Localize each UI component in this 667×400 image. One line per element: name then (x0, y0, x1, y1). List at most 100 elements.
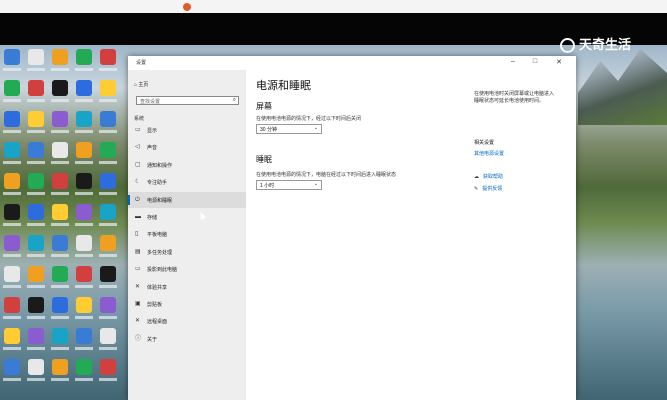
sidebar-item[interactable]: ▢ 通知和操作 (128, 157, 246, 173)
desktop-icon-caption (75, 347, 93, 350)
desktop-app-icon[interactable] (76, 359, 92, 375)
desktop-app-icon[interactable] (100, 111, 116, 127)
desktop-app-icon[interactable] (28, 328, 44, 344)
sidebar-item[interactable]: ▭ 投影到此电脑 (128, 261, 246, 277)
desktop-app-icon[interactable] (28, 111, 44, 127)
desktop-app-icon[interactable] (52, 297, 68, 313)
sidebar-item[interactable]: ◁ 声音 (128, 139, 246, 155)
desktop-icon-caption (3, 378, 21, 381)
desktop-icon-caption (3, 161, 21, 164)
minimize-button[interactable]: – (502, 58, 524, 65)
desktop-app-icon[interactable] (52, 111, 68, 127)
desktop-app-icon[interactable] (76, 49, 92, 65)
desktop-icon-caption (75, 378, 93, 381)
desktop-app-icon[interactable] (28, 204, 44, 220)
desktop-icon-caption (99, 223, 117, 226)
sidebar-item[interactable]: ✕ 远程桌面 (128, 313, 246, 329)
desktop-icon-caption (99, 161, 117, 164)
desktop-app-icon[interactable] (100, 80, 116, 96)
sidebar-item[interactable]: ▭ 显示 (128, 122, 246, 138)
desktop-app-icon[interactable] (28, 49, 44, 65)
desktop-app-icon[interactable] (28, 297, 44, 313)
feedback-icon: ✎ (474, 186, 479, 192)
desktop-app-icon[interactable] (4, 328, 20, 344)
desktop-app-icon[interactable] (76, 328, 92, 344)
desktop-icon-caption (3, 68, 21, 71)
desktop-app-icon[interactable] (100, 328, 116, 344)
app-logo-icon (183, 3, 191, 11)
feedback-link[interactable]: ✎ 提供反馈 (474, 185, 502, 192)
close-button[interactable]: ✕ (548, 58, 570, 66)
desktop-app-icon[interactable] (4, 80, 20, 96)
help-icon: ☁ (474, 174, 479, 180)
get-help-link[interactable]: ☁ 获取帮助 (474, 173, 503, 180)
desktop-app-icon[interactable] (4, 359, 20, 375)
desktop-app-icon[interactable] (100, 173, 116, 189)
sidebar-item[interactable]: ▬ 存储 (128, 209, 246, 225)
desktop-app-icon[interactable] (100, 235, 116, 251)
desktop-icon-caption (51, 130, 69, 133)
desktop-app-icon[interactable] (52, 266, 68, 282)
desktop-app-icon[interactable] (4, 111, 20, 127)
desktop-app-icon[interactable] (28, 266, 44, 282)
desktop-app-icon[interactable] (76, 266, 92, 282)
sidebar-item[interactable]: ⏻ 电源和睡眠 (128, 191, 246, 208)
desktop-app-icon[interactable] (76, 111, 92, 127)
sidebar-item-label: 声音 (147, 145, 158, 152)
desktop-app-icon[interactable] (52, 142, 68, 158)
desktop-app-icon[interactable] (76, 297, 92, 313)
desktop-app-icon[interactable] (4, 142, 20, 158)
sidebar-item[interactable]: ▯ 平板电脑 (128, 226, 246, 242)
desktop-app-icon[interactable] (52, 359, 68, 375)
desktop-app-icon[interactable] (52, 235, 68, 251)
desktop-app-icon[interactable] (28, 142, 44, 158)
desktop-icon-caption (99, 347, 117, 350)
desktop-app-icon[interactable] (28, 173, 44, 189)
desktop-app-icon[interactable] (76, 204, 92, 220)
desktop-app-icon[interactable] (100, 49, 116, 65)
desktop-icon-caption (75, 68, 93, 71)
sidebar-item[interactable]: ☾ 专注助手 (128, 174, 246, 190)
desktop-app-icon[interactable] (52, 328, 68, 344)
additional-power-settings-link[interactable]: 其他电源设置 (474, 150, 504, 157)
desktop-app-icon[interactable] (4, 173, 20, 189)
maximize-button[interactable]: □ (524, 58, 546, 65)
desktop-app-icon[interactable] (52, 204, 68, 220)
desktop-app-icon[interactable] (100, 204, 116, 220)
desktop-app-icon[interactable] (100, 266, 116, 282)
desktop-app-icon[interactable] (52, 49, 68, 65)
desktop-app-icon[interactable] (28, 359, 44, 375)
sidebar-item[interactable]: ⓘ 关于 (128, 331, 246, 347)
home-link[interactable]: ⌂ 主页 (134, 81, 148, 88)
sidebar-item[interactable]: ✕ 体验共享 (128, 279, 246, 295)
sidebar-item[interactable]: ▤ 多任务处理 (128, 244, 246, 260)
display-icon: ▭ (135, 127, 141, 133)
desktop-app-icon[interactable] (28, 235, 44, 251)
desktop-app-icon[interactable] (100, 142, 116, 158)
desktop-app-icon[interactable] (4, 49, 20, 65)
desktop-app-icon[interactable] (52, 173, 68, 189)
desktop-app-icon[interactable] (76, 142, 92, 158)
desktop-app-icon[interactable] (52, 80, 68, 96)
desktop-app-icon[interactable] (4, 297, 20, 313)
desktop-icon-caption (51, 68, 69, 71)
desktop-app-icon[interactable] (100, 359, 116, 375)
desktop-app-icon[interactable] (76, 80, 92, 96)
desktop-app-icon[interactable] (76, 235, 92, 251)
sidebar-item-label: 投影到此电脑 (147, 267, 178, 274)
desktop-app-icon[interactable] (100, 297, 116, 313)
sleep-timeout-dropdown[interactable]: 1 小时 ⌄ (256, 180, 322, 190)
desktop-icon-caption (27, 285, 45, 288)
page-title: 电源和睡眠 (256, 80, 311, 92)
desktop-app-icon[interactable] (28, 80, 44, 96)
desktop-icon-caption (51, 254, 69, 257)
desktop-app-icon[interactable] (4, 235, 20, 251)
desktop-app-icon[interactable] (4, 204, 20, 220)
sidebar-item[interactable]: ▣ 剪贴板 (128, 296, 246, 312)
desktop-app-icon[interactable] (76, 173, 92, 189)
desktop-app-icon[interactable] (4, 266, 20, 282)
sleep-label: 在使用电池电源的情况下，电脑在经过以下时间后进入睡眠状态 (256, 172, 397, 178)
related-panel: 在使用电池时关闭屏幕或让电脑进入睡眠状态可延长电池使用时间。 相关设置 其他电源… (474, 70, 574, 270)
screen-timeout-dropdown[interactable]: 30 分钟 ⌄ (256, 124, 322, 134)
search-input[interactable]: 查找设置 ⌕ (136, 96, 239, 105)
